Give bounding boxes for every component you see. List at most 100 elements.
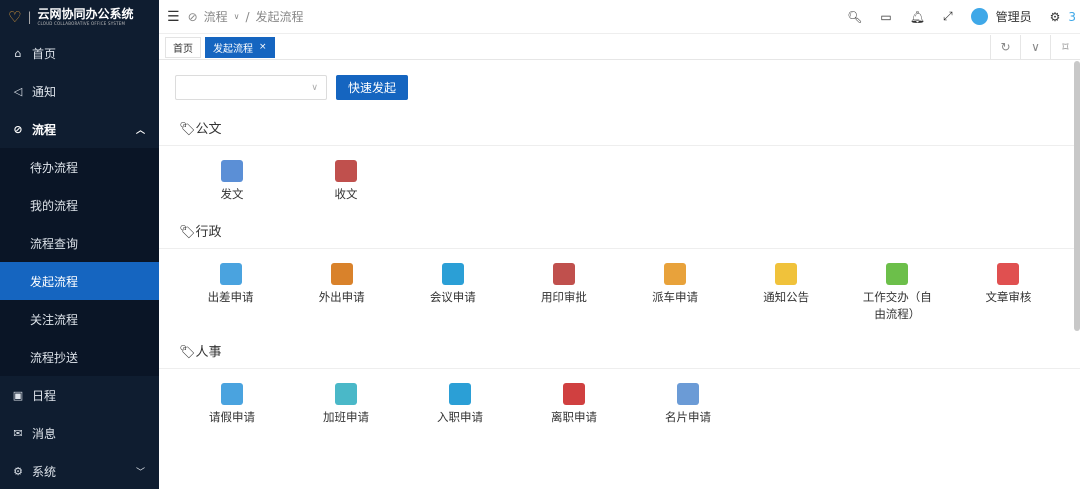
tab-start-process[interactable]: 发起流程 × <box>205 36 275 58</box>
sidebar-item-query[interactable]: 流程查询 <box>0 224 159 262</box>
badge: 3 <box>1068 9 1076 24</box>
process-item[interactable]: 工作交办（自由流程） <box>842 263 953 323</box>
sidebar-item-schedule[interactable]: ▣ 日程 <box>0 376 159 414</box>
sidebar-item-start[interactable]: 发起流程 <box>0 262 159 300</box>
section: 🏷︎行政出差申请 外出申请 会议申请 用印审批 派车申请 通知公告 工作交办（自由流程） 文章… <box>159 221 1080 323</box>
process-label: 派车申请 <box>652 290 699 304</box>
process-icon <box>563 383 585 405</box>
chevron-down-icon: ∨ <box>233 12 240 21</box>
gear-icon[interactable]: ⚙ <box>1050 10 1061 24</box>
label: 日程 <box>32 388 57 403</box>
breadcrumb: ⊘ 流程 ∨ / 发起流程 <box>188 8 304 25</box>
tab-label: 首页 <box>173 43 193 55</box>
user-menu[interactable]: 管理员 <box>970 8 1032 25</box>
search-icon[interactable]: 🔍︎ <box>847 10 862 24</box>
quick-start-button[interactable]: 快速发起 <box>336 75 409 100</box>
process-item[interactable]: 请假申请 <box>175 383 289 426</box>
scrollbar[interactable] <box>1074 61 1080 331</box>
process-item[interactable]: 用印审批 <box>508 263 619 323</box>
label: 首页 <box>32 46 57 61</box>
process-label: 加班申请 <box>323 410 369 424</box>
process-item[interactable]: 通知公告 <box>731 263 842 323</box>
sidebar-item-message[interactable]: ✉ 消息 <box>0 414 159 452</box>
section-label: 人事 <box>195 345 222 360</box>
label: 系统 <box>32 464 57 479</box>
process-icon <box>664 263 687 285</box>
sidebar-item-process[interactable]: ⊘ 流程 ︿ <box>0 110 159 148</box>
tag-icon: 🏷︎ <box>179 225 196 240</box>
tag-icon: 🏷︎ <box>179 345 196 360</box>
section: 🏷︎人事请假申请 加班申请 入职申请 离职申请 名片申请 <box>159 341 1080 426</box>
process-label: 会议申请 <box>429 290 476 304</box>
sidebar-item-cc[interactable]: 流程抄送 <box>0 338 159 376</box>
sidebar-item-follow[interactable]: 关注流程 <box>0 300 159 338</box>
process-item[interactable]: 入职申请 <box>403 383 517 426</box>
process-icon <box>221 160 243 182</box>
check-circle-icon: ⊘ <box>187 9 198 24</box>
breadcrumb-current: 发起流程 <box>255 10 304 24</box>
refresh-icon[interactable]: ↻ <box>990 34 1020 60</box>
process-item[interactable]: 会议申请 <box>397 263 508 323</box>
tab-home[interactable]: 首页 <box>165 36 201 58</box>
process-icon <box>552 263 575 285</box>
close-icon[interactable]: × <box>259 42 267 52</box>
app-title: 云网协同办公系统 <box>37 7 134 21</box>
section-label: 行政 <box>195 225 222 240</box>
maximize-icon[interactable]: ⌑ <box>1050 34 1080 60</box>
section-label: 公文 <box>195 122 222 137</box>
process-item[interactable]: 外出申请 <box>286 263 397 323</box>
sidebar-item-notice[interactable]: ◁ 通知 <box>0 72 159 110</box>
process-item[interactable]: 收文 <box>289 160 403 203</box>
sidebar-item-mine[interactable]: 我的流程 <box>0 186 159 224</box>
breadcrumb-separator: / <box>245 9 250 24</box>
fullscreen-icon[interactable]: ⤢ <box>943 9 953 24</box>
process-icon <box>886 263 909 285</box>
section: 🏷︎公文发文 收文 <box>159 118 1080 203</box>
screen-icon[interactable]: ▭ <box>880 10 891 24</box>
main-content: ∨ 快速发起 🏷︎公文 发文 收文 🏷︎行政 出差申请 外出申请 会议申请 用印审批 派车申请通… <box>159 61 1080 489</box>
process-select[interactable]: ∨ <box>175 75 327 100</box>
label: 通知 <box>32 84 57 99</box>
process-label: 发文 <box>220 187 244 201</box>
chevron-down-icon: ∨ <box>311 82 318 93</box>
label: 待办流程 <box>30 160 79 175</box>
chevron-down-icon[interactable]: ∨ <box>1020 34 1050 60</box>
label: 流程抄送 <box>30 350 79 365</box>
section-title: 🏷︎行政 <box>159 221 1080 249</box>
process-label: 离职申请 <box>551 410 597 424</box>
top-bar: ☰ ⊘ 流程 ∨ / 发起流程 🔍︎ ▭ 🔔︎ ⤢ 管理员 ⚙ 3 <box>159 0 1080 34</box>
process-label: 出差申请 <box>207 290 254 304</box>
sidebar-item-todo[interactable]: 待办流程 <box>0 148 159 186</box>
process-label: 外出申请 <box>318 290 365 304</box>
label: 流程 <box>32 122 57 137</box>
process-item[interactable]: 发文 <box>175 160 289 203</box>
label: 流程查询 <box>30 236 79 251</box>
process-label: 请假申请 <box>209 410 255 424</box>
process-label: 通知公告 <box>763 290 810 304</box>
gear-icon: ⚙ <box>13 464 23 478</box>
process-icon <box>775 263 798 285</box>
sidebar-item-home[interactable]: ⌂ 首页 <box>0 34 159 72</box>
process-item[interactable]: 文章审核 <box>953 263 1064 323</box>
process-item[interactable]: 名片申请 <box>631 383 745 426</box>
check-circle-icon: ⊘ <box>13 122 23 136</box>
bell-icon[interactable]: 🔔︎ <box>910 10 925 24</box>
menu-toggle-icon[interactable]: ☰ <box>167 9 180 25</box>
breadcrumb-item[interactable]: 流程 <box>204 8 228 25</box>
label: 我的流程 <box>30 198 79 213</box>
process-icon <box>335 160 357 182</box>
calendar-icon: ▣ <box>12 388 24 402</box>
process-label: 名片申请 <box>665 410 711 424</box>
label: 关注流程 <box>30 312 79 327</box>
process-item[interactable]: 派车申请 <box>620 263 731 323</box>
tag-icon: 🏷︎ <box>179 122 196 137</box>
process-item[interactable]: 离职申请 <box>517 383 631 426</box>
chevron-down-icon: ﹀ <box>135 467 145 478</box>
process-item[interactable]: 出差申请 <box>175 263 286 323</box>
logo: ♡ | 云网协同办公系统 CLOUD COLLABORATIVE OFFICE S… <box>8 7 134 27</box>
home-icon: ⌂ <box>14 46 22 60</box>
sidebar-item-system[interactable]: ⚙ 系统 ﹀ <box>0 452 159 490</box>
process-item[interactable]: 加班申请 <box>289 383 403 426</box>
process-label: 工作交办（自由流程） <box>862 290 932 321</box>
process-icon <box>677 383 699 405</box>
